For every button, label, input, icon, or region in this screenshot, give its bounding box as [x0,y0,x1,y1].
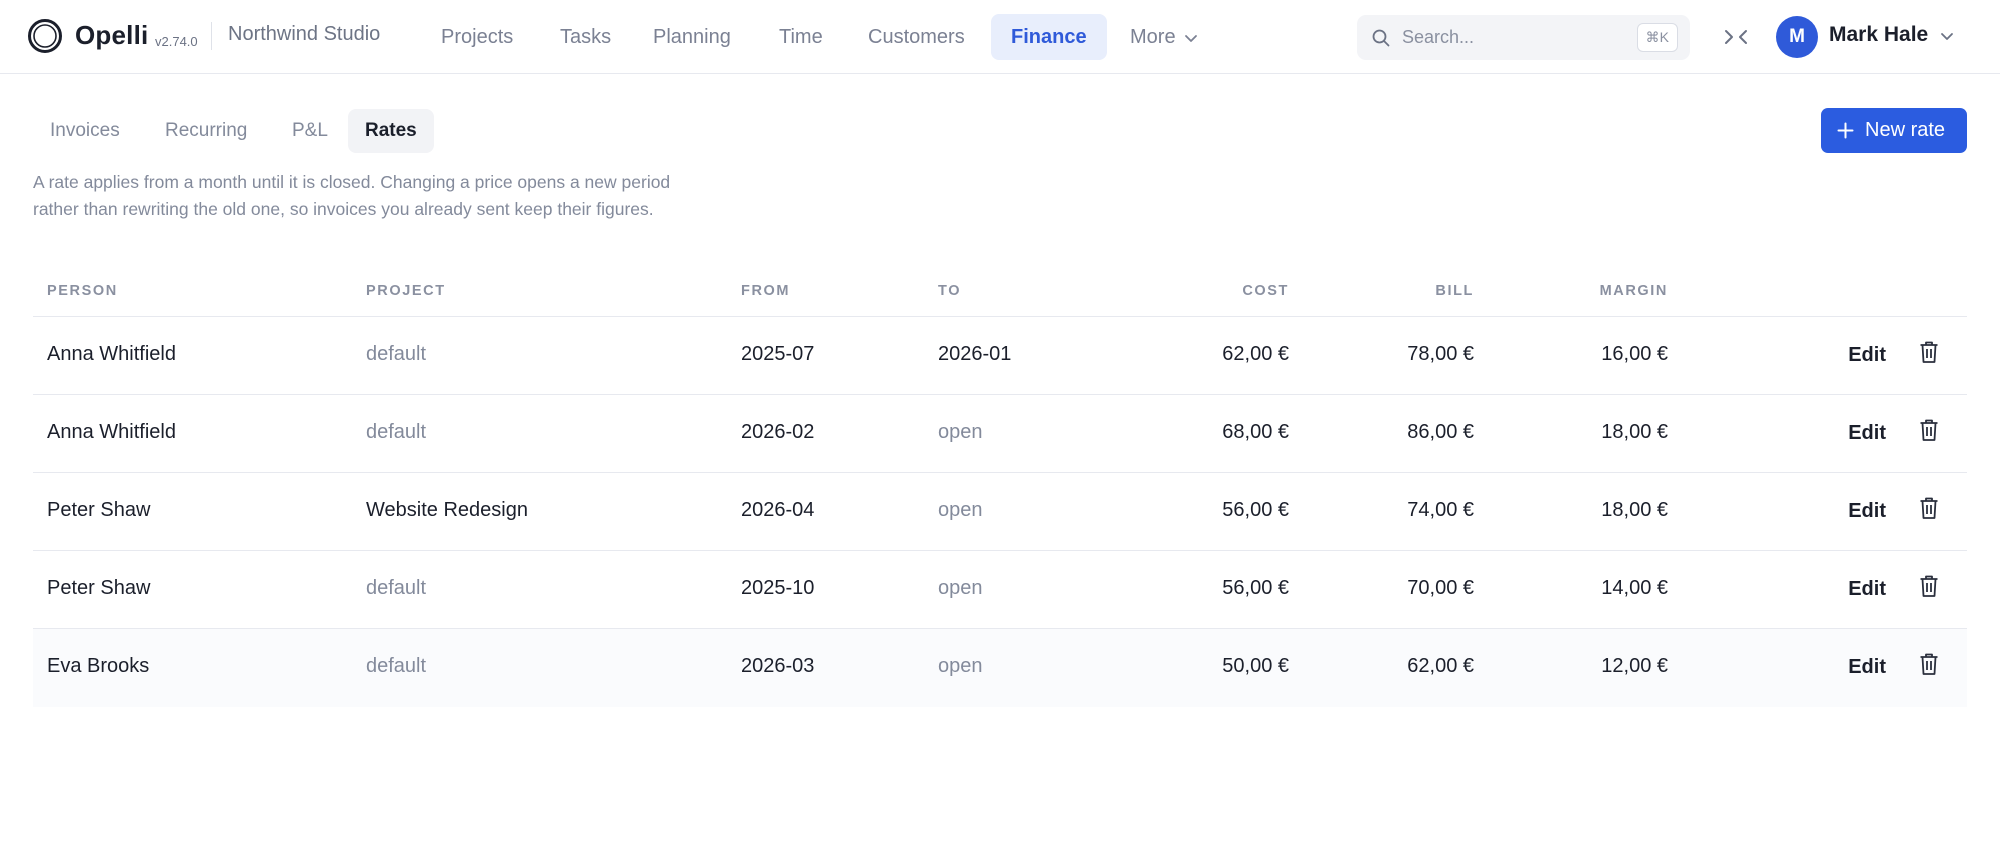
table-row[interactable]: Eva Brooks default 2026-03 open 50,00 € … [33,629,1967,707]
opelli-logo-icon[interactable] [27,18,63,54]
tab-invoices[interactable]: Invoices [33,109,137,153]
cell-project: default [366,577,427,599]
cell-cost: 62,00 € [1222,343,1289,365]
edit-button[interactable]: Edit [1848,344,1886,367]
cell-margin: 18,00 € [1601,499,1668,521]
new-rate-button[interactable]: New rate [1821,108,1967,153]
chevron-down-icon [1184,34,1197,42]
cell-margin: 18,00 € [1601,421,1668,443]
nav-more-label: More [1130,26,1176,48]
cell-from: 2025-10 [741,577,815,599]
cell-to: open [938,421,983,443]
cell-person: Anna Whitfield [47,343,176,365]
rates-table: PERSON PROJECT FROM TO COST BILL MARGIN … [33,265,1967,707]
cell-project: default [366,421,427,443]
table-row[interactable]: Peter Shaw Website Redesign 2026-04 open… [33,473,1967,551]
cell-project: default [366,343,427,365]
edit-button[interactable]: Edit [1848,500,1886,523]
user-name[interactable]: Mark Hale [1829,23,1928,47]
nav-item-planning[interactable]: Planning [633,14,751,60]
cell-cost: 68,00 € [1222,421,1289,443]
cell-person: Peter Shaw [47,577,151,599]
top-bar: Opelli v2.74.0 Northwind Studio Projects… [0,0,2000,74]
avatar[interactable]: M [1776,16,1818,58]
cell-bill: 86,00 € [1407,421,1474,443]
nav-item-tasks[interactable]: Tasks [540,14,631,60]
app-name[interactable]: Opelli [75,20,148,51]
tab-pl[interactable]: P&L [275,109,345,153]
cell-person: Peter Shaw [47,499,151,521]
cell-person: Eva Brooks [47,655,150,677]
cell-margin: 12,00 € [1601,655,1668,677]
cell-margin: 14,00 € [1601,577,1668,599]
nav-item-projects[interactable]: Projects [421,14,533,60]
collapse-arrows-icon[interactable] [1722,24,1750,50]
table-row[interactable]: Anna Whitfield default 2026-02 open 68,0… [33,395,1967,473]
search-icon [1372,29,1390,47]
trash-icon[interactable] [1919,418,1939,442]
cell-from: 2025-07 [741,343,815,365]
cell-from: 2026-02 [741,421,815,443]
cell-bill: 70,00 € [1407,577,1474,599]
table-header: PERSON PROJECT FROM TO COST BILL MARGIN [33,265,1967,317]
user-menu-chevron-down-icon[interactable] [1940,31,1954,41]
workspace-name[interactable]: Northwind Studio [228,23,380,46]
column-header-person: PERSON [47,283,118,299]
column-header-bill: BILL [1435,283,1474,299]
plus-icon [1837,122,1854,139]
column-header-cost: COST [1242,283,1289,299]
column-header-to: TO [938,283,962,299]
nav-item-more[interactable]: More [1110,14,1218,60]
trash-icon[interactable] [1919,496,1939,520]
trash-icon[interactable] [1919,574,1939,598]
cell-to: open [938,577,983,599]
cell-person: Anna Whitfield [47,421,176,443]
nav-item-customers[interactable]: Customers [848,14,985,60]
cell-cost: 50,00 € [1222,655,1289,677]
table-row[interactable]: Anna Whitfield default 2025-07 2026-01 6… [33,317,1967,395]
nav-item-finance[interactable]: Finance [991,14,1107,60]
cell-to: open [938,655,983,677]
cell-project: default [366,655,427,677]
cell-to: 2026-01 [938,343,1012,365]
tab-recurring[interactable]: Recurring [148,109,264,153]
trash-icon[interactable] [1919,652,1939,676]
cell-from: 2026-04 [741,499,815,521]
app-version: v2.74.0 [155,34,198,49]
cell-bill: 78,00 € [1407,343,1474,365]
edit-button[interactable]: Edit [1848,578,1886,601]
rates-description: A rate applies from a month until it is … [33,172,671,219]
cell-margin: 16,00 € [1601,343,1668,365]
brand-divider [211,22,212,50]
cell-cost: 56,00 € [1222,577,1289,599]
cell-project: Website Redesign [366,499,528,521]
search-input[interactable] [1402,23,1622,52]
cell-bill: 74,00 € [1407,499,1474,521]
table-row[interactable]: Peter Shaw default 2025-10 open 56,00 € … [33,551,1967,629]
edit-button[interactable]: Edit [1848,422,1886,445]
trash-icon[interactable] [1919,340,1939,364]
cell-cost: 56,00 € [1222,499,1289,521]
cell-to: open [938,499,983,521]
column-header-project: PROJECT [366,283,446,299]
new-rate-label: New rate [1865,119,1946,141]
column-header-from: FROM [741,283,791,299]
tab-rates[interactable]: Rates [348,109,434,153]
nav-item-time[interactable]: Time [759,14,843,60]
search-shortcut-badge: ⌘K [1636,23,1678,52]
search-box[interactable]: ⌘K [1357,15,1690,60]
cell-from: 2026-03 [741,655,815,677]
edit-button[interactable]: Edit [1848,656,1886,679]
column-header-margin: MARGIN [1599,283,1668,299]
cell-bill: 62,00 € [1407,655,1474,677]
